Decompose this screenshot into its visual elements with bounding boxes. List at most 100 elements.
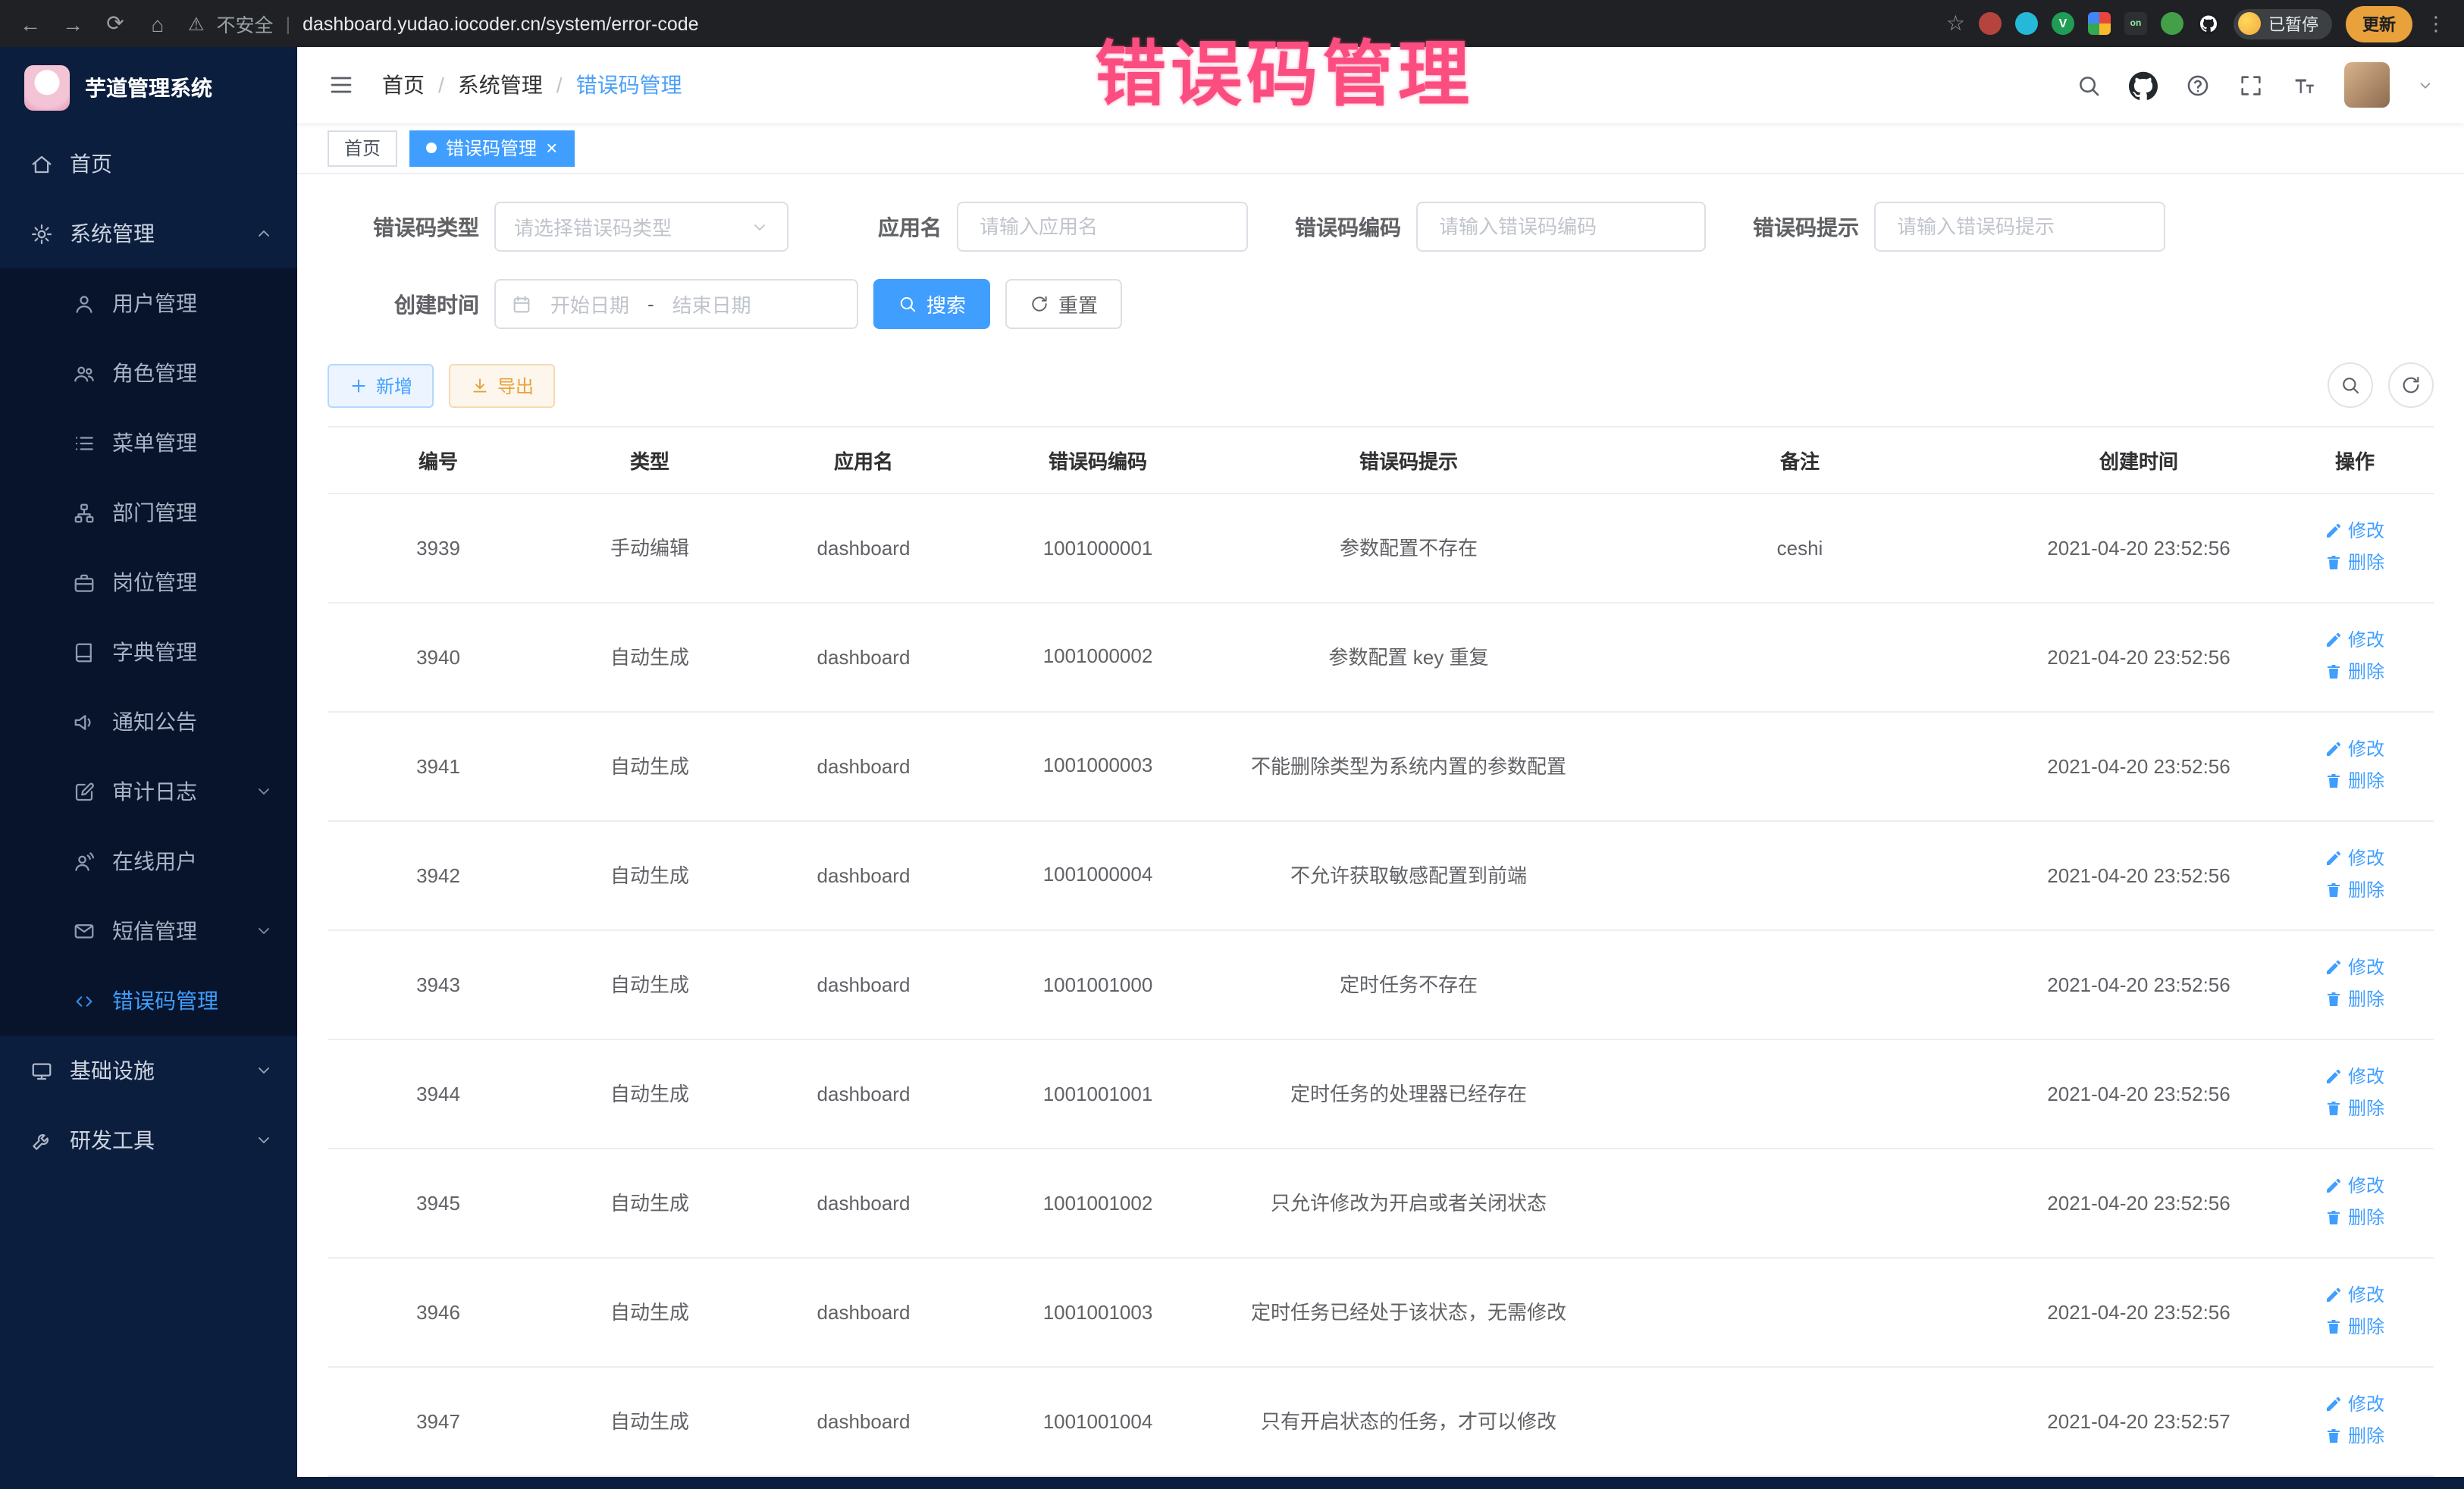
breadcrumb-item[interactable]: 错误码管理 (576, 70, 682, 100)
breadcrumb-separator: / (556, 73, 563, 97)
extension-icon-2[interactable] (2015, 12, 2038, 35)
help-icon[interactable] (2185, 72, 2211, 98)
cell-type: 自动生成 (549, 930, 751, 1039)
cell-code: 1001000003 (977, 712, 1219, 821)
error-type-select[interactable]: 请选择错误码类型 (494, 202, 788, 252)
cell-hint: 只允许修改为开启或者关闭状态 (1219, 1149, 1598, 1258)
export-button[interactable]: 导出 (449, 363, 555, 407)
delete-row-button[interactable]: 删除 (2325, 1203, 2384, 1230)
sidebar-item-10[interactable]: 在线用户 (0, 826, 297, 896)
font-size-icon[interactable] (2291, 72, 2317, 98)
browser-menu-kebab-icon[interactable]: ⋮ (2426, 11, 2446, 36)
edit-row-button[interactable]: 修改 (2325, 954, 2384, 981)
add-button[interactable]: 新增 (328, 363, 434, 407)
edit-row-button[interactable]: 修改 (2325, 845, 2384, 872)
app-logo[interactable]: 芋道管理系统 (0, 47, 297, 129)
sidebar-item-5[interactable]: 部门管理 (0, 478, 297, 547)
tab-1[interactable]: 错误码管理× (409, 130, 574, 166)
edit-row-button[interactable]: 修改 (2325, 1172, 2384, 1199)
date-range-picker[interactable]: 开始日期 - 结束日期 (494, 279, 858, 329)
back-icon[interactable]: ← (18, 11, 42, 36)
sidebar-item-1[interactable]: 系统管理 (0, 199, 297, 268)
toggle-search-button[interactable] (2328, 362, 2373, 408)
cell-app: dashboard (751, 712, 977, 821)
delete-row-button[interactable]: 删除 (2325, 657, 2384, 685)
cell-time: 2021-04-20 23:52:56 (2002, 930, 2276, 1039)
browser-home-icon[interactable]: ⌂ (146, 11, 170, 36)
extension-icon-4[interactable] (2088, 12, 2111, 35)
reset-button[interactable]: 重置 (1005, 279, 1122, 329)
filter-form: 错误码类型 请选择错误码类型 应用名 (328, 202, 2434, 329)
error-hint-input[interactable] (1894, 214, 2146, 240)
refresh-icon (2400, 375, 2422, 396)
search-icon[interactable] (2076, 72, 2102, 98)
tabs-bar: 首页错误码管理× (297, 123, 2464, 174)
edit-icon (2325, 1395, 2343, 1413)
app-name-input[interactable] (977, 214, 1228, 240)
extension-icon-6[interactable] (2161, 12, 2183, 35)
sidebar: 芋道管理系统 首页系统管理用户管理角色管理菜单管理部门管理岗位管理字典管理通知公… (0, 47, 297, 1489)
cell-id: 3947 (328, 1367, 549, 1476)
sidebar-item-label: 角色管理 (112, 358, 197, 388)
edit-row-button[interactable]: 修改 (2325, 1063, 2384, 1090)
cell-time: 2021-04-20 23:52:56 (2002, 1258, 2276, 1367)
edit-row-button[interactable]: 修改 (2325, 626, 2384, 654)
delete-row-button[interactable]: 删除 (2325, 1422, 2384, 1449)
fullscreen-icon[interactable] (2238, 72, 2264, 98)
profile-paused-button[interactable]: 已暂停 (2234, 8, 2332, 39)
refresh-table-button[interactable] (2388, 362, 2434, 408)
toolbar-right (2328, 362, 2434, 408)
forward-icon[interactable]: → (61, 11, 85, 36)
hamburger-icon[interactable] (328, 71, 355, 99)
delete-row-button[interactable]: 删除 (2325, 1312, 2384, 1340)
org-tree-icon (73, 501, 96, 524)
sidebar-item-4[interactable]: 菜单管理 (0, 408, 297, 478)
github-icon[interactable] (2129, 71, 2158, 99)
edit-icon (2325, 1286, 2343, 1304)
edit-doc-icon (73, 780, 96, 803)
extension-icon-1[interactable] (1979, 12, 2002, 35)
tab-0[interactable]: 首页 (328, 130, 397, 166)
error-code-input[interactable] (1436, 214, 1686, 240)
sidebar-item-12[interactable]: 错误码管理 (0, 966, 297, 1036)
breadcrumb-item[interactable]: 系统管理 (458, 70, 543, 100)
sidebar-item-6[interactable]: 岗位管理 (0, 547, 297, 617)
extension-icon-3[interactable]: V (2052, 12, 2074, 35)
breadcrumb-item[interactable]: 首页 (382, 70, 425, 100)
github-extension-icon[interactable] (2197, 12, 2220, 35)
cell-type: 自动生成 (549, 1039, 751, 1149)
cell-ops: 修改删除 (2276, 1258, 2434, 1367)
sidebar-item-8[interactable]: 通知公告 (0, 687, 297, 757)
update-button[interactable]: 更新 (2346, 5, 2412, 42)
edit-row-button[interactable]: 修改 (2325, 517, 2384, 544)
edit-row-button[interactable]: 修改 (2325, 1281, 2384, 1309)
search-button[interactable]: 搜索 (873, 279, 990, 329)
delete-row-button[interactable]: 删除 (2325, 985, 2384, 1012)
edit-icon (2325, 849, 2343, 867)
sidebar-item-9[interactable]: 审计日志 (0, 757, 297, 826)
delete-row-button[interactable]: 删除 (2325, 876, 2384, 903)
sidebar-item-3[interactable]: 角色管理 (0, 338, 297, 408)
close-tab-icon[interactable]: × (546, 138, 557, 158)
cell-app: dashboard (751, 1039, 977, 1149)
sidebar-item-11[interactable]: 短信管理 (0, 896, 297, 966)
sidebar-item-2[interactable]: 用户管理 (0, 268, 297, 338)
sidebar-item-14[interactable]: 研发工具 (0, 1105, 297, 1175)
address-bar[interactable]: ⚠ 不安全 | dashboard.yudao.iocoder.cn/syste… (188, 9, 699, 38)
bookmark-star-icon[interactable]: ☆ (1946, 11, 1965, 36)
cell-ops: 修改删除 (2276, 1039, 2434, 1149)
chevron-down-icon[interactable] (2417, 77, 2434, 93)
edit-row-button[interactable]: 修改 (2325, 1390, 2384, 1418)
edit-row-button[interactable]: 修改 (2325, 735, 2384, 763)
briefcase-icon (73, 571, 96, 594)
sidebar-item-7[interactable]: 字典管理 (0, 617, 297, 687)
sidebar-item-13[interactable]: 基础设施 (0, 1036, 297, 1105)
delete-row-button[interactable]: 删除 (2325, 548, 2384, 575)
delete-row-button[interactable]: 删除 (2325, 766, 2384, 794)
user-avatar[interactable] (2344, 62, 2390, 108)
reload-icon[interactable]: ⟳ (103, 11, 127, 36)
extension-icon-5[interactable]: on (2124, 12, 2147, 35)
sidebar-item-0[interactable]: 首页 (0, 129, 297, 199)
bottom-strip (0, 1477, 2464, 1489)
delete-row-button[interactable]: 删除 (2325, 1094, 2384, 1121)
